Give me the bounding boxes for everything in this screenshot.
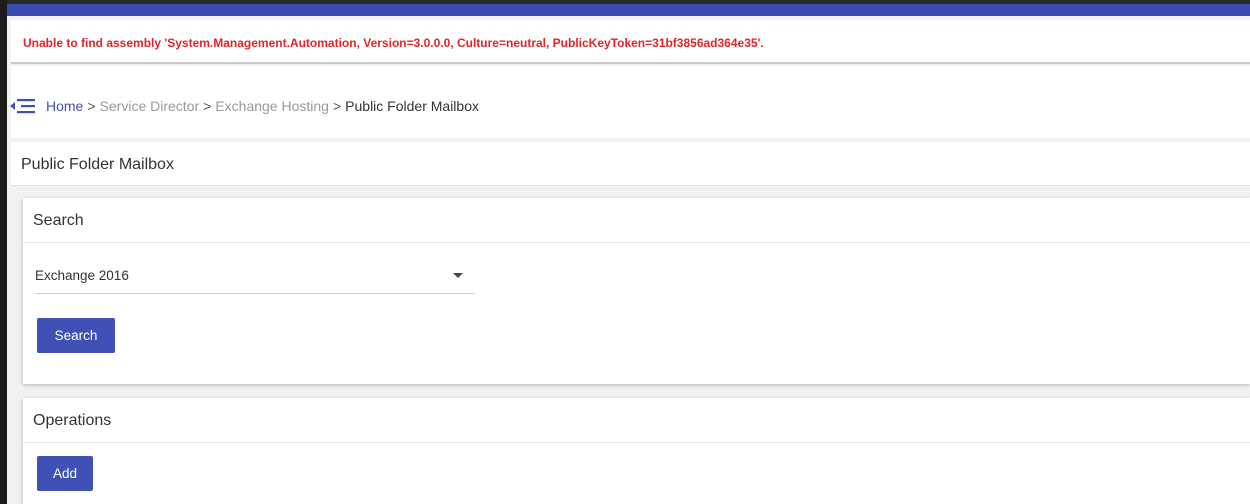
- operations-card: Operations Add: [23, 398, 1250, 504]
- breadcrumb-current: Public Folder Mailbox: [345, 98, 479, 114]
- divider: [23, 242, 1250, 243]
- page-header: Public Folder Mailbox: [11, 142, 1250, 186]
- breadcrumb-separator: >: [87, 98, 96, 114]
- window-left-border: [0, 0, 7, 504]
- search-card-title: Search: [33, 212, 84, 229]
- caret-down-icon: [453, 273, 463, 278]
- error-banner: Unable to find assembly 'System.Manageme…: [11, 20, 1250, 64]
- menu-collapse-icon[interactable]: [10, 97, 36, 115]
- operations-card-title: Operations: [33, 412, 112, 429]
- main-content: Unable to find assembly 'System.Manageme…: [7, 16, 1250, 504]
- breadcrumb-home[interactable]: Home: [46, 98, 83, 114]
- top-app-bar: [7, 0, 1250, 16]
- breadcrumb-separator: >: [203, 98, 212, 114]
- breadcrumb-exchange-hosting[interactable]: Exchange Hosting: [215, 98, 329, 114]
- search-button[interactable]: Search: [37, 318, 115, 353]
- exchange-version-value: Exchange 2016: [35, 268, 129, 283]
- exchange-version-select[interactable]: Exchange 2016: [35, 260, 475, 294]
- page-title: Public Folder Mailbox: [21, 156, 174, 173]
- breadcrumb: Home > Service Director > Exchange Hosti…: [10, 96, 479, 116]
- breadcrumb-separator: >: [332, 98, 342, 114]
- divider: [23, 442, 1250, 443]
- error-message: Unable to find assembly 'System.Manageme…: [23, 36, 764, 50]
- breadcrumb-service-director[interactable]: Service Director: [100, 98, 200, 114]
- add-button[interactable]: Add: [37, 456, 93, 491]
- search-card: Search Exchange 2016 Search: [23, 198, 1250, 384]
